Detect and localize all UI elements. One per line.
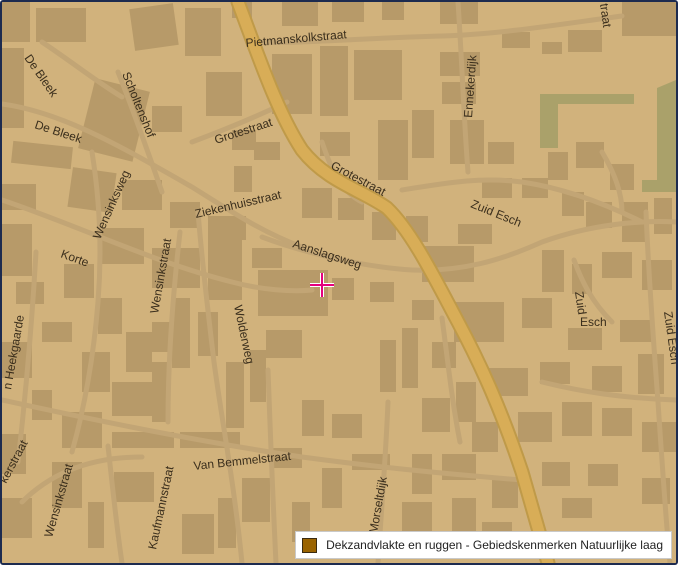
- map-legend: Dekzandvlakte en ruggen - Gebiedskenmerk…: [295, 531, 672, 559]
- map-viewer[interactable]: Pietmanskolkstraat De Bleek Scholtenshof…: [0, 0, 678, 565]
- legend-swatch: [302, 537, 318, 553]
- legend-label: Dekzandvlakte en ruggen - Gebiedskenmerk…: [326, 538, 663, 552]
- street-label-esch: Esch: [580, 315, 607, 329]
- map-canvas[interactable]: Pietmanskolkstraat De Bleek Scholtenshof…: [2, 2, 676, 563]
